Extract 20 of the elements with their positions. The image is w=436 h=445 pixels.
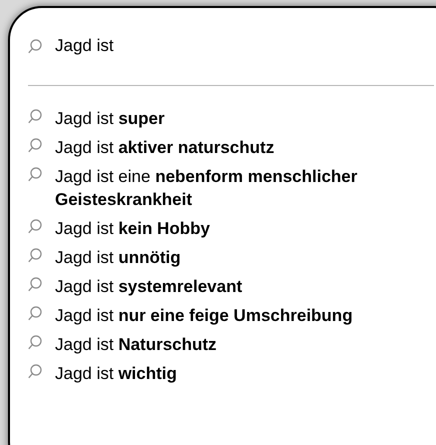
search-icon (28, 306, 42, 321)
search-icon (28, 138, 42, 153)
suggestion-item[interactable]: Jagd ist Naturschutz (55, 333, 430, 356)
search-icon (28, 38, 42, 54)
suggestion-item[interactable]: Jagd ist eine nebenform menschlicher Geisteskrankheit (55, 165, 430, 211)
suggestion-item[interactable]: Jagd ist nur eine feige Umschreibung (55, 304, 430, 327)
suggestion-item[interactable]: Jagd ist systemrelevant (55, 275, 430, 298)
search-icon (28, 277, 42, 292)
suggestion-item[interactable]: Jagd ist wichtig (55, 362, 430, 385)
suggestion-item[interactable]: Jagd ist kein Hobby (55, 217, 430, 240)
search-icon (28, 109, 42, 124)
suggestion-item[interactable]: Jagd ist unnötig (55, 246, 430, 269)
search-icon (28, 219, 42, 234)
search-icon (28, 335, 42, 350)
search-field[interactable]: Jagd ist (55, 33, 415, 59)
search-icon (28, 167, 42, 182)
search-icon (28, 364, 42, 379)
search-icon (28, 248, 42, 263)
suggestion-item[interactable]: Jagd ist aktiver naturschutz (55, 136, 430, 159)
suggestion-item[interactable]: Jagd ist super (55, 107, 430, 130)
